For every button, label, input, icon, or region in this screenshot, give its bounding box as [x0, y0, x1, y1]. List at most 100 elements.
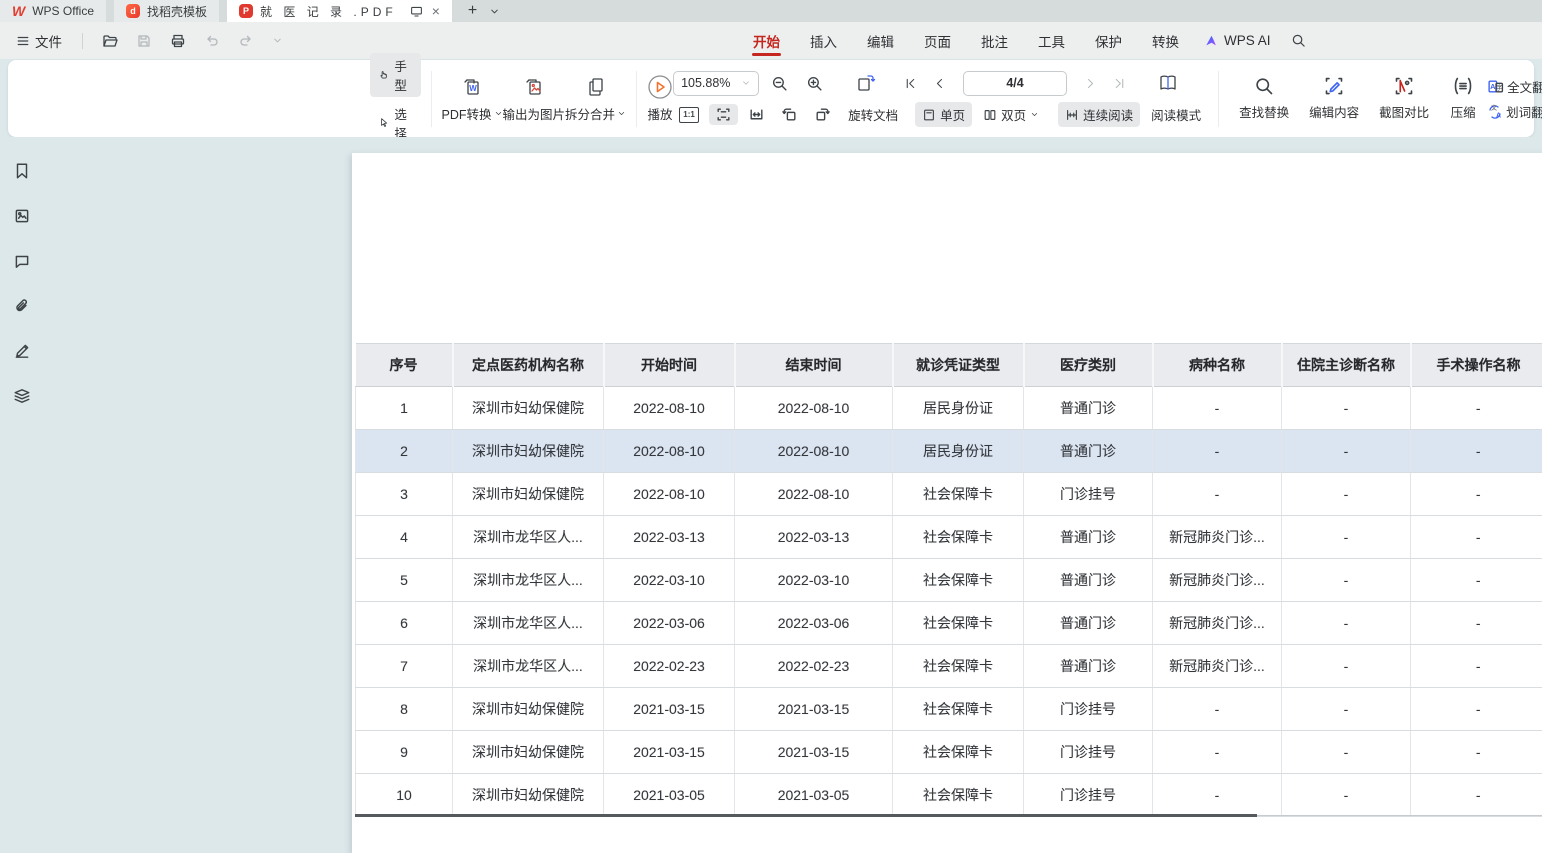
divider [431, 71, 432, 127]
full-text-translate-button[interactable]: A 字 全文翻译 [1487, 77, 1542, 96]
menu-tab-convert[interactable]: 转换 [1137, 22, 1194, 59]
table-cell: 2022-03-10 [604, 559, 735, 602]
close-tab-icon[interactable]: × [432, 3, 440, 19]
edit-content-icon [1324, 76, 1344, 96]
export-image-button[interactable]: 输出为图片 [503, 75, 566, 123]
fit-width-button[interactable] [742, 104, 771, 125]
undo-button[interactable] [199, 30, 225, 52]
single-page-button[interactable]: 单页 [915, 102, 972, 127]
cursor-icon [379, 115, 389, 130]
screenshot-compare-label[interactable]: 截图对比 [1379, 102, 1429, 121]
read-mode-label[interactable]: 阅读模式 [1144, 102, 1208, 127]
redo-button[interactable] [233, 30, 259, 52]
new-tab-button[interactable]: + [460, 0, 485, 22]
compress-button[interactable] [1439, 76, 1487, 96]
quick-access-bar: 文件 [0, 28, 288, 54]
thumbnails-icon[interactable] [10, 204, 34, 228]
rotate-right-icon [814, 106, 831, 123]
quickbar-chevron-icon[interactable] [267, 32, 288, 49]
layers-icon[interactable] [10, 384, 34, 408]
table-cell: 深圳市妇幼保健院 [453, 774, 604, 817]
print-button[interactable] [165, 30, 191, 52]
signature-icon[interactable] [10, 339, 34, 363]
menu-tab-comment[interactable]: 批注 [966, 22, 1023, 59]
column-header: 就诊凭证类型 [893, 344, 1024, 387]
divider [1218, 71, 1219, 127]
table-row: 6深圳市龙华区人...2022-03-062022-03-06社会保障卡普通门诊… [356, 602, 1542, 645]
divider [636, 71, 637, 127]
zoom-out-button[interactable] [765, 73, 794, 94]
table-bottom-rule-light [1257, 815, 1542, 816]
split-merge-button[interactable]: 拆分合并 [565, 75, 626, 123]
read-mode-icon-button[interactable] [1151, 71, 1185, 95]
edit-content-button[interactable] [1299, 76, 1369, 96]
table-cell: - [1282, 516, 1411, 559]
attachments-icon[interactable] [10, 294, 34, 318]
menu-tab-insert[interactable]: 插入 [795, 22, 852, 59]
tab-list-chevron-icon[interactable] [485, 0, 504, 22]
table-cell: 深圳市妇幼保健院 [453, 430, 604, 473]
hand-tool-button[interactable]: 手型 [370, 53, 421, 97]
next-page-button[interactable] [1079, 77, 1102, 90]
pdf-convert-button[interactable]: W PDF转换 [442, 75, 503, 123]
zoom-level-select[interactable]: 105.88% [673, 71, 759, 96]
menu-tab-tools[interactable]: 工具 [1023, 22, 1080, 59]
table-cell: 8 [356, 688, 453, 731]
tab-document-pdf[interactable]: P 就 医 记 录 .PDF × [227, 0, 452, 22]
screenshot-compare-icon [1394, 76, 1414, 96]
table-header-row: 序号定点医药机构名称开始时间结束时间就诊凭证类型医疗类别病种名称住院主诊断名称手… [356, 344, 1542, 387]
table-row: 1深圳市妇幼保健院2022-08-102022-08-10居民身份证普通门诊--… [356, 387, 1542, 430]
fit-page-button[interactable] [709, 104, 738, 125]
table-cell: 深圳市妇幼保健院 [453, 473, 604, 516]
previous-page-button[interactable] [928, 77, 951, 90]
menu-tab-page[interactable]: 页面 [909, 22, 966, 59]
table-cell: 普通门诊 [1024, 559, 1153, 602]
document-page[interactable]: 序号定点医药机构名称开始时间结束时间就诊凭证类型医疗类别病种名称住院主诊断名称手… [352, 153, 1542, 853]
save-button[interactable] [131, 30, 157, 52]
menu-tab-edit[interactable]: 编辑 [852, 22, 909, 59]
ribbon-search-icon[interactable] [1281, 33, 1316, 48]
table-cell: 门诊挂号 [1024, 473, 1153, 516]
page-number-input[interactable]: 4/4 [963, 71, 1067, 96]
table-row: 3深圳市妇幼保健院2022-08-102022-08-10社会保障卡门诊挂号--… [356, 473, 1542, 516]
file-menu-button[interactable]: 文件 [10, 28, 68, 54]
screen-share-icon[interactable] [410, 5, 423, 18]
continuous-read-button[interactable]: 连续阅读 [1058, 102, 1140, 127]
word-translate-button[interactable]: 文 A 划词翻译 [1487, 102, 1542, 121]
last-page-button[interactable] [1108, 77, 1131, 90]
window-tab-bar: W WPS Office d 找稻壳模板 P 就 医 记 录 .PDF × + [0, 0, 1542, 22]
tab-docer-templates[interactable]: d 找稻壳模板 [114, 0, 219, 22]
table-cell: - [1153, 688, 1282, 731]
table-cell: 社会保障卡 [893, 516, 1024, 559]
rotate-document-label[interactable]: 旋转文档 [841, 102, 905, 127]
table-cell: 2022-08-10 [604, 430, 735, 473]
table-cell: 社会保障卡 [893, 559, 1024, 602]
comments-icon[interactable] [10, 249, 34, 273]
actual-size-button[interactable]: 1:1 [673, 105, 705, 125]
rotate-right-button[interactable] [808, 104, 837, 125]
bookmark-icon[interactable] [10, 159, 34, 183]
pdf-file-icon: P [239, 4, 253, 18]
rotate-left-button[interactable] [775, 104, 804, 125]
screenshot-compare-button[interactable] [1369, 76, 1439, 96]
rotate-document-icon-button[interactable] [849, 70, 883, 96]
compress-label[interactable]: 压缩 [1451, 102, 1476, 121]
zoom-in-button[interactable] [800, 73, 829, 94]
split-merge-icon [584, 75, 608, 99]
column-header: 病种名称 [1153, 344, 1282, 387]
table-cell: - [1411, 387, 1542, 430]
double-page-button[interactable]: 双页 [976, 102, 1046, 127]
find-replace-label[interactable]: 查找替换 [1239, 102, 1289, 121]
svg-text:W: W [469, 84, 477, 93]
menu-tab-protect[interactable]: 保护 [1080, 22, 1137, 59]
play-button[interactable]: 播放 [647, 74, 673, 123]
open-file-button[interactable] [97, 30, 123, 52]
menu-tab-home[interactable]: 开始 [738, 22, 795, 59]
wps-ai-button[interactable]: WPS AI [1194, 33, 1281, 48]
find-replace-button[interactable] [1229, 76, 1299, 96]
edit-content-label[interactable]: 编辑内容 [1309, 102, 1359, 121]
tab-wps-office[interactable]: W WPS Office [0, 0, 106, 22]
first-page-button[interactable] [899, 77, 922, 90]
table-cell: 2022-08-10 [604, 473, 735, 516]
table-cell: - [1282, 774, 1411, 817]
